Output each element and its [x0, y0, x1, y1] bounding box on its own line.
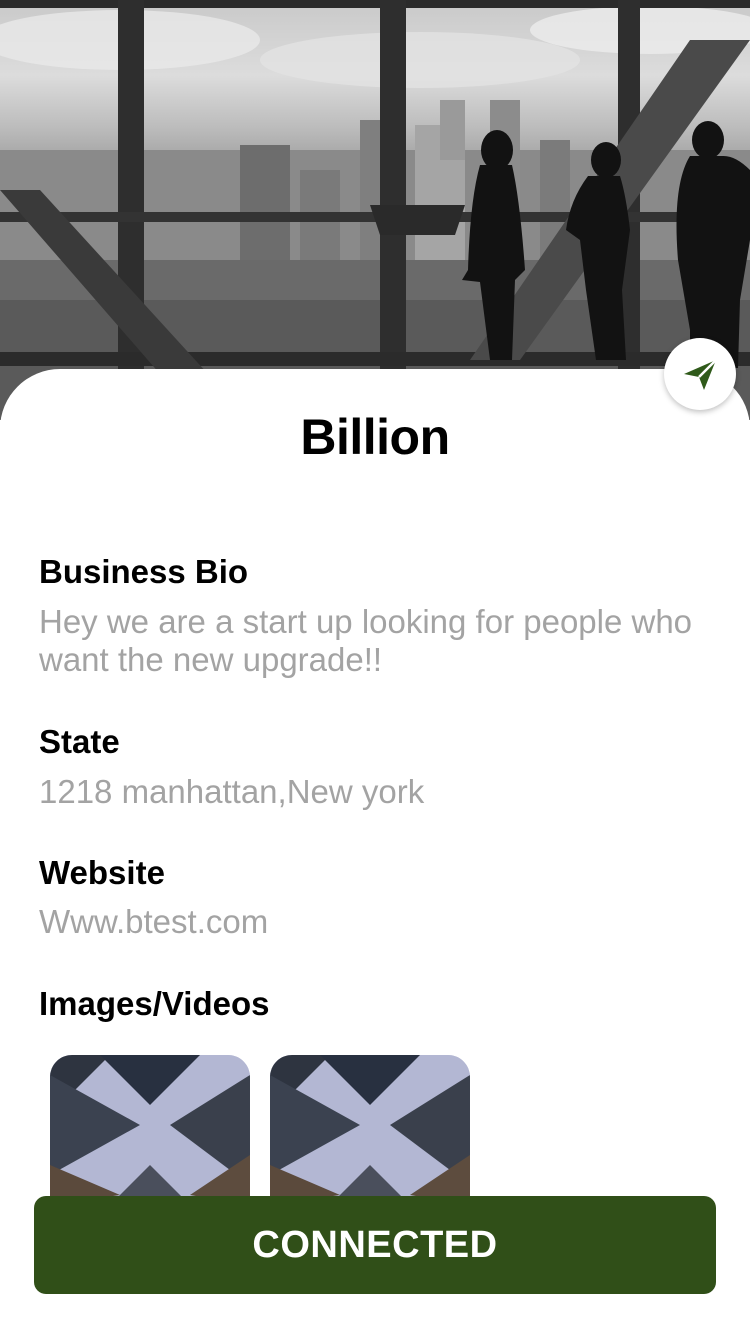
cover-photo-illustration — [0, 0, 750, 420]
business-name: Billion — [300, 409, 450, 465]
media-thumbnail-image — [50, 1055, 250, 1205]
bio-label: Business Bio — [39, 553, 249, 590]
connected-button[interactable]: CONNECTED — [34, 1196, 716, 1294]
cover-photo — [0, 0, 750, 420]
media-label: Images/Videos — [39, 985, 270, 1022]
website-label: Website — [39, 854, 165, 891]
state-value: 1218 manhattan,New york — [39, 773, 425, 810]
media-thumbnail[interactable] — [270, 1055, 470, 1205]
bio-value: Hey we are a start up looking for people… — [39, 603, 693, 678]
media-thumbnail[interactable] — [50, 1055, 250, 1205]
send-icon — [684, 359, 717, 390]
state-label: State — [39, 723, 120, 760]
send-button[interactable] — [664, 338, 736, 410]
media-thumbnail-image — [270, 1055, 470, 1205]
website-value[interactable]: Www.btest.com — [39, 903, 719, 941]
